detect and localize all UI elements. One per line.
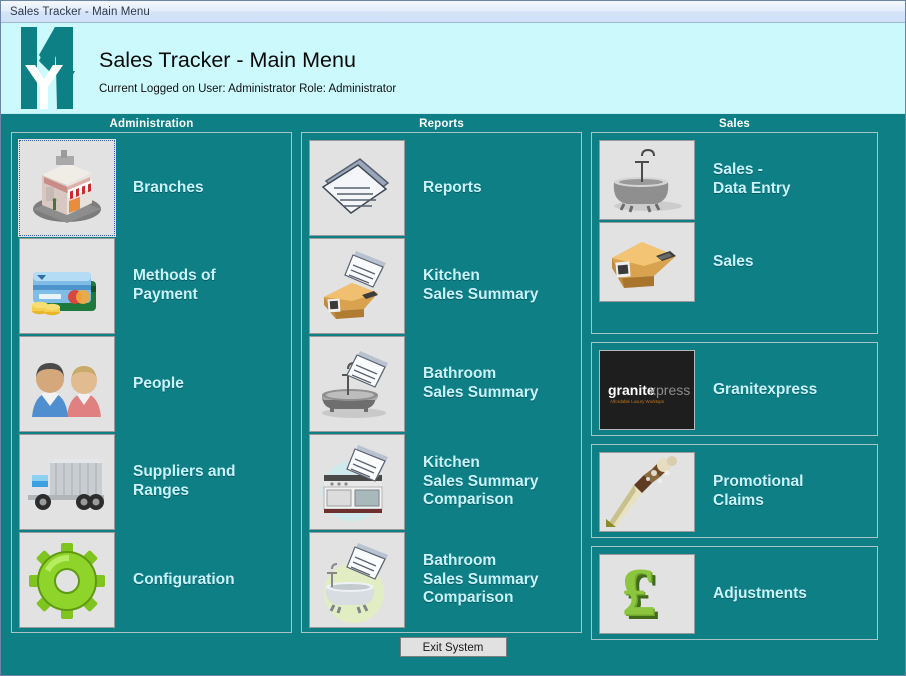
menu-item-label: Bathroom Sales Summary Comparison	[423, 551, 539, 607]
header-banner: Sales Tracker - Main Menu Current Logged…	[1, 23, 905, 114]
title-bar: Sales Tracker - Main Menu	[1, 1, 905, 23]
adjustments-group-panel: £ £ £ Adjustments	[591, 546, 878, 640]
menu-item-branches[interactable]: Branches	[18, 139, 285, 237]
menu-item-suppliers-and-ranges[interactable]: Suppliers and Ranges	[19, 434, 285, 530]
column-header-sales: Sales	[718, 118, 751, 130]
shop-building-icon[interactable]	[18, 139, 116, 237]
administration-group-panel: Branches Methods of Payment People Suppl…	[11, 132, 292, 633]
reports-group-panel: Reports Kitchen Sales Summary Bathroom S…	[301, 132, 582, 633]
bathtub-document-icon[interactable]	[309, 336, 405, 432]
main-menu-area: Administration Branches Methods of Payme…	[1, 114, 905, 675]
application-window: Sales Tracker - Main Menu Sales Tracker …	[0, 0, 906, 676]
column-reports: Reports Reports Kitchen Sales Summary Ba…	[301, 117, 582, 633]
menu-item-configuration[interactable]: Configuration	[19, 532, 285, 628]
kitchen-range-document-icon[interactable]	[309, 434, 405, 530]
page-title: Sales Tracker - Main Menu	[99, 48, 356, 72]
menu-item-label: Adjustments	[713, 584, 807, 602]
kitchen-counter-document-icon[interactable]	[309, 238, 405, 334]
exit-system-button[interactable]: Exit System	[399, 637, 507, 657]
pound-sign-icon[interactable]: £ £ £	[599, 554, 695, 634]
column-sales: Sales Sales - Data Entry Sales granite x…	[591, 117, 878, 640]
menu-item-label: Promotional Claims	[713, 473, 804, 509]
bathtub-icon[interactable]	[599, 140, 695, 220]
clawfoot-bath-document-icon[interactable]	[309, 532, 405, 628]
menu-item-kitchen-sales-summary-comparison[interactable]: Kitchen Sales Summary Comparison	[309, 434, 575, 530]
svg-text:£: £	[622, 555, 656, 630]
documents-icon[interactable]	[309, 140, 405, 236]
menu-item-label: Branches	[133, 178, 204, 196]
menu-item-label: Sales - Data Entry	[713, 161, 791, 197]
svg-text:Affordable Luxury Worktops: Affordable Luxury Worktops	[610, 399, 665, 404]
column-header-administration: Administration	[109, 118, 194, 130]
column-administration: Administration Branches Methods of Payme…	[11, 117, 292, 633]
menu-item-label: Bathroom Sales Summary	[423, 365, 539, 401]
footer-bar: Exit System	[1, 632, 905, 675]
menu-item-promotional-claims[interactable]: Promotional Claims	[599, 452, 871, 532]
granitexpress-logo-icon[interactable]: granite xpress Affordable Luxury Worktop…	[599, 350, 695, 430]
menu-item-bathroom-sales-summary-comparison[interactable]: Bathroom Sales Summary Comparison	[309, 532, 575, 628]
promotional-claims-group-panel: Promotional Claims	[591, 444, 878, 538]
header-text-block: Sales Tracker - Main Menu Current Logged…	[99, 48, 397, 95]
two-people-icon[interactable]	[19, 336, 115, 432]
svg-text:granite: granite	[608, 382, 655, 398]
kyk-logo-icon	[15, 25, 85, 111]
user-status-line: Current Logged on User: Administrator Ro…	[99, 82, 397, 95]
kitchen-counter-icon[interactable]	[599, 222, 695, 302]
menu-item-label: Granitexpress	[713, 380, 818, 398]
menu-columns: Administration Branches Methods of Payme…	[1, 114, 905, 640]
column-header-reports: Reports	[419, 118, 464, 130]
menu-item-sales-data-entry[interactable]: Sales - Data Entry	[599, 140, 871, 220]
menu-item-label: Methods of Payment	[133, 267, 216, 303]
granitexpress-group-panel: granite xpress Affordable Luxury Worktop…	[591, 342, 878, 436]
menu-item-label: Reports	[423, 178, 482, 196]
menu-item-people[interactable]: People	[19, 336, 285, 432]
menu-item-bathroom-sales-summary[interactable]: Bathroom Sales Summary	[309, 336, 575, 432]
menu-item-label: Configuration	[133, 570, 235, 588]
menu-item-label: People	[133, 374, 184, 392]
svg-text:xpress: xpress	[649, 382, 690, 398]
delivery-truck-icon[interactable]	[19, 434, 115, 530]
menu-item-label: Sales	[713, 252, 754, 270]
champagne-bottle-icon[interactable]	[599, 452, 695, 532]
menu-item-sales[interactable]: Sales	[599, 222, 871, 302]
sales-group-panel: Sales - Data Entry Sales	[591, 132, 878, 334]
menu-item-adjustments[interactable]: £ £ £ Adjustments	[599, 554, 871, 634]
menu-item-methods-of-payment[interactable]: Methods of Payment	[19, 238, 285, 334]
credit-cards-coins-icon[interactable]	[19, 238, 115, 334]
menu-item-label: Kitchen Sales Summary Comparison	[423, 453, 539, 509]
green-gear-icon[interactable]	[19, 532, 115, 628]
menu-item-label: Suppliers and Ranges	[133, 463, 236, 499]
menu-item-reports[interactable]: Reports	[309, 140, 575, 236]
window-title: Sales Tracker - Main Menu	[10, 5, 150, 18]
menu-item-label: Kitchen Sales Summary	[423, 267, 539, 303]
menu-item-kitchen-sales-summary[interactable]: Kitchen Sales Summary	[309, 238, 575, 334]
menu-item-granitexpress[interactable]: granite xpress Affordable Luxury Worktop…	[599, 350, 871, 430]
